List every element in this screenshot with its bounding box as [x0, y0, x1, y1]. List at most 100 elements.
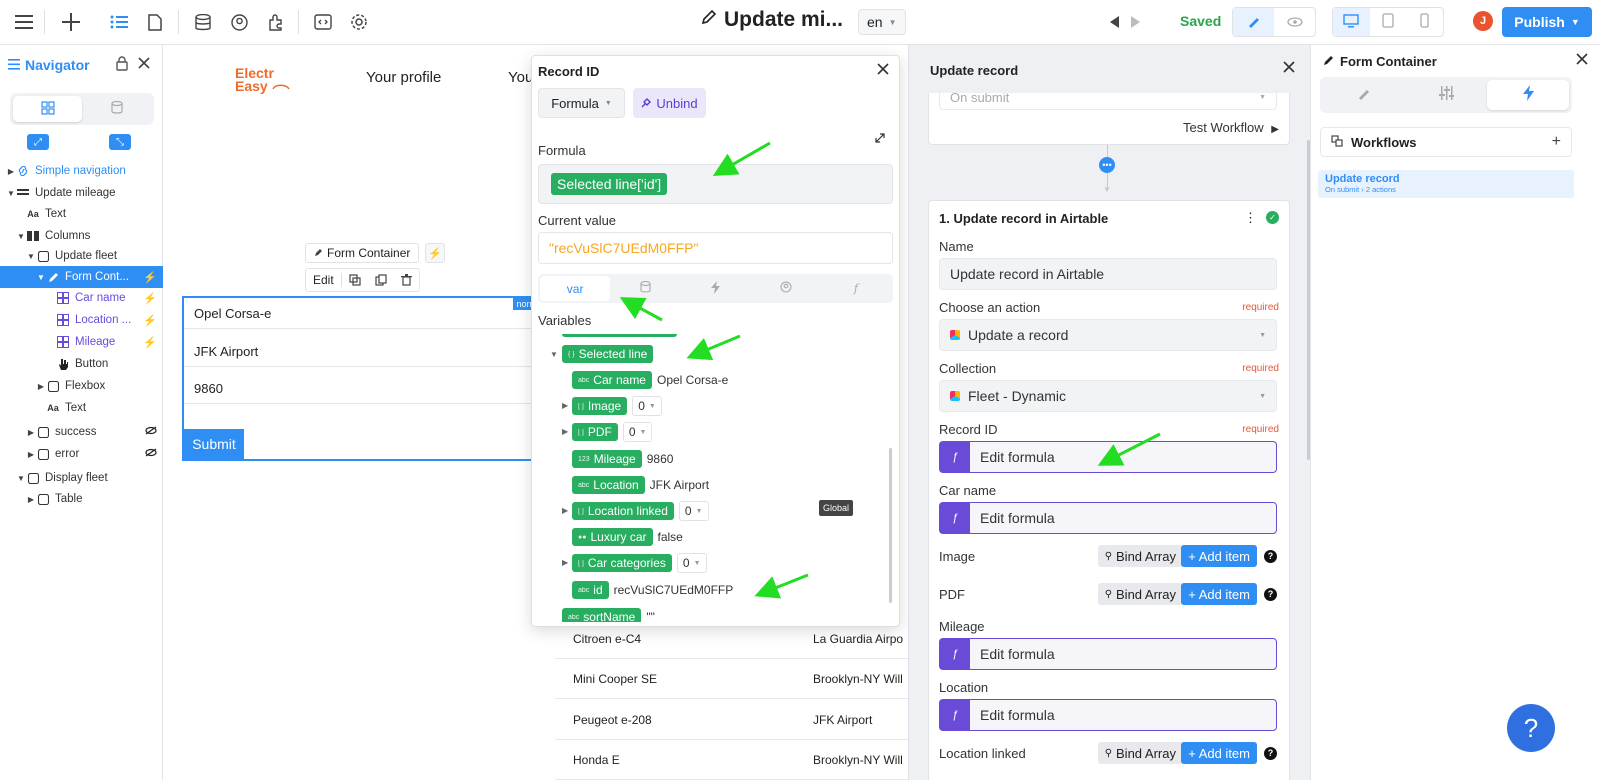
page-title[interactable]: Update mi...	[700, 8, 843, 32]
add-item-button[interactable]: + Add item	[1181, 742, 1257, 764]
tree-item[interactable]: Aa Text	[0, 397, 163, 419]
car-name-formula-field[interactable]: ƒ Edit formula	[939, 502, 1277, 534]
table-row[interactable]: Honda E Brooklyn-NY Will	[555, 740, 908, 780]
variable-row[interactable]: [ ] Location linked 0 ▼	[572, 501, 709, 521]
caret-right-icon[interactable]: ▶	[26, 495, 36, 504]
caret-right-icon[interactable]: ▶	[562, 506, 568, 515]
tree-item[interactable]: Location ... ⚡	[0, 309, 163, 331]
variable-row[interactable]: ●● Luxury car false	[572, 528, 683, 546]
collapse-all-button[interactable]: ⤡	[109, 134, 131, 150]
tree-item[interactable]: ▶ Simple navigation	[0, 160, 163, 182]
tab-style[interactable]	[1323, 80, 1405, 110]
bind-array-button[interactable]: ⚲ Bind Array	[1097, 583, 1183, 605]
bind-array-button[interactable]: ⚲ Bind Array	[1097, 545, 1183, 567]
caret-down-icon[interactable]: ▼	[550, 350, 558, 359]
add-step-icon[interactable]: •••	[1099, 157, 1115, 173]
index-select[interactable]: 0 ▼	[678, 501, 709, 521]
add-item-button[interactable]: + Add item	[1181, 545, 1257, 567]
tree-item[interactable]: ▶ success	[0, 421, 163, 443]
caret-down-icon[interactable]: ▼	[36, 273, 46, 282]
kebab-icon[interactable]: ⋮	[1244, 210, 1257, 226]
table-row[interactable]: Peugeot e-208 JFK Airport	[555, 700, 908, 740]
duplicate-icon[interactable]	[368, 274, 394, 286]
edit-mode-button[interactable]	[1233, 8, 1274, 36]
trash-icon[interactable]	[394, 274, 419, 286]
gear-icon[interactable]	[347, 10, 371, 34]
tab-variables[interactable]: var	[540, 276, 611, 301]
avatar[interactable]: J	[1473, 11, 1493, 31]
caret-right-icon[interactable]: ▶	[562, 401, 568, 410]
page-icon[interactable]	[143, 10, 167, 34]
index-select[interactable]: 0 ▼	[632, 396, 662, 416]
redo-icon[interactable]	[1123, 10, 1147, 34]
tree-item[interactable]: Car name ⚡	[0, 287, 163, 309]
lock-icon[interactable]	[116, 56, 128, 74]
tab-settings[interactable]	[1405, 80, 1487, 110]
plugin-icon[interactable]	[263, 10, 287, 34]
mileage-input[interactable]: 9860	[184, 373, 542, 404]
expand-all-button[interactable]: ⤢	[27, 134, 49, 150]
workflow-item[interactable]: Update record On submit › 2 actions	[1318, 170, 1574, 198]
tab-workflows[interactable]	[680, 276, 750, 301]
brand-logo[interactable]: Electr Easy	[235, 66, 290, 93]
tree-item[interactable]: ▶ Flexbox	[0, 375, 163, 397]
publish-button[interactable]: Publish ▼	[1502, 7, 1592, 37]
tab-data[interactable]	[610, 276, 680, 301]
close-icon[interactable]	[1283, 60, 1295, 78]
caret-right-icon[interactable]: ▶	[26, 450, 36, 459]
expand-icon[interactable]	[875, 132, 885, 146]
menu-icon[interactable]	[12, 10, 36, 34]
close-icon[interactable]	[877, 62, 889, 80]
eye-off-icon[interactable]	[145, 448, 157, 460]
close-icon[interactable]	[138, 57, 150, 72]
caret-down-icon[interactable]: ▼	[16, 232, 26, 241]
edit-button[interactable]: Edit	[306, 273, 342, 287]
close-icon[interactable]	[1576, 52, 1588, 70]
help-icon[interactable]: ?	[1264, 549, 1277, 563]
submit-button[interactable]: Submit	[184, 429, 244, 459]
tree-item[interactable]: Aa Text	[0, 203, 163, 225]
tab-workflows[interactable]	[1487, 80, 1569, 110]
formula-input[interactable]: Selected line['id']	[538, 164, 893, 204]
sortname-variable[interactable]: abc sortName ""	[562, 608, 655, 622]
tree-item[interactable]: ▼ Update fleet	[0, 245, 163, 267]
workflow-bolt-button[interactable]: ⚡	[425, 243, 445, 263]
location-input[interactable]: JFK Airport	[184, 336, 542, 367]
database-icon[interactable]	[191, 10, 215, 34]
user-circle-icon[interactable]	[227, 10, 251, 34]
tree-item[interactable]: ▼ Form Cont... ⚡	[0, 266, 163, 288]
mileage-formula-field[interactable]: ƒ Edit formula	[939, 638, 1277, 670]
tree-item[interactable]: Mileage ⚡	[0, 331, 163, 353]
help-icon[interactable]: ?	[1264, 746, 1277, 760]
language-select[interactable]: en ▼	[858, 9, 906, 35]
caret-right-icon[interactable]: ▶	[562, 427, 568, 436]
variable-row[interactable]: 123 Mileage 9860	[572, 450, 673, 468]
variable-row[interactable]: abc Location JFK Airport	[572, 476, 709, 494]
move-icon[interactable]	[342, 274, 368, 286]
caret-down-icon[interactable]: ▼	[26, 252, 36, 261]
variable-row[interactable]: abc id recVuSlC7UEdM0FFP	[572, 581, 733, 599]
tree-item[interactable]: ▶ error	[0, 443, 163, 465]
caret-right-icon[interactable]: ▶	[36, 382, 46, 391]
name-input[interactable]: Update record in Airtable	[939, 258, 1277, 290]
desktop-device-button[interactable]	[1333, 8, 1370, 36]
form-container[interactable]: norm Opel Corsa-e JFK Airport 9860 Submi…	[182, 296, 542, 461]
form-container-badge[interactable]: Form Container	[305, 243, 420, 263]
tab-user[interactable]	[751, 276, 821, 301]
collection-select[interactable]: Fleet - Dynamic ▼	[939, 380, 1277, 412]
tree-item[interactable]: ▼ Update mileage	[0, 182, 163, 204]
nav-link-profile[interactable]: Your profile	[366, 69, 441, 86]
car-name-input[interactable]: Opel Corsa-e	[184, 298, 542, 329]
add-item-button[interactable]: + Add item	[1181, 583, 1257, 605]
unbind-button[interactable]: Unbind	[633, 88, 706, 118]
nav-link-cropped[interactable]: You	[508, 69, 533, 86]
caret-right-icon[interactable]: ▶	[562, 558, 568, 567]
caret-right-icon[interactable]: ▶	[6, 167, 16, 176]
caret-right-icon[interactable]: ▶	[26, 428, 36, 437]
tab-functions[interactable]: f	[821, 276, 891, 301]
action-select[interactable]: Update a record ▼	[939, 319, 1277, 351]
test-workflow-button[interactable]: Test Workflow ▶	[1183, 120, 1279, 135]
layers-view-button[interactable]	[13, 96, 82, 122]
data-view-button[interactable]	[82, 96, 151, 122]
bind-array-button[interactable]: ⚲ Bind Array	[1097, 742, 1183, 764]
